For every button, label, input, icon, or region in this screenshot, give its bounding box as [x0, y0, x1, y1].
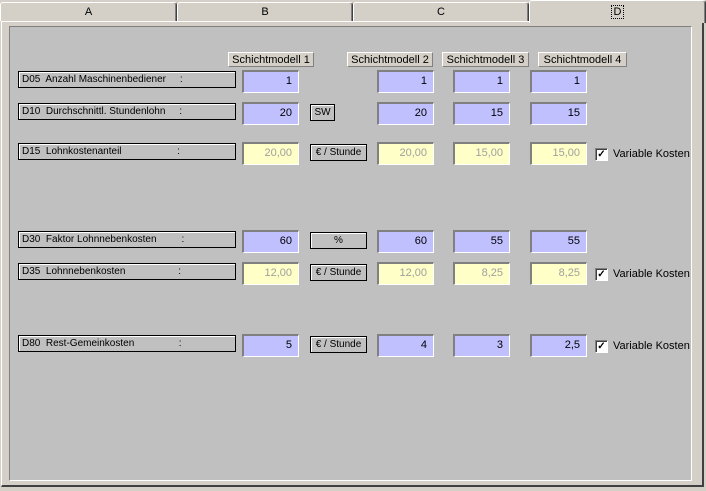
- value-input[interactable]: 1: [377, 70, 434, 93]
- tab-c[interactable]: C: [353, 2, 529, 21]
- unit-label: € / Stunde: [310, 144, 367, 161]
- computed-value: 15,00: [530, 142, 587, 165]
- column-header-3: Schichtmodell 3: [442, 52, 529, 67]
- variable-costs-checkbox[interactable]: ✓ Variable Kosten: [595, 268, 690, 282]
- checkmark-icon[interactable]: ✓: [595, 268, 608, 281]
- row-label: D15 Lohnkostenanteil :: [18, 143, 236, 160]
- value-input[interactable]: 4: [377, 334, 434, 357]
- tab-strip: A B C D: [0, 0, 706, 23]
- column-header-2: Schichtmodell 2: [347, 52, 433, 67]
- value-input[interactable]: 15: [453, 102, 510, 125]
- value-input[interactable]: 20: [377, 102, 434, 125]
- unit-label: € / Stunde: [310, 336, 367, 353]
- checkbox-label: Variable Kosten: [613, 268, 690, 280]
- computed-value: 15,00: [453, 142, 510, 165]
- column-header-4: Schichtmodell 4: [538, 52, 627, 67]
- value-input[interactable]: 3: [453, 334, 510, 357]
- content-area: [9, 26, 692, 481]
- computed-value: 12,00: [377, 262, 434, 285]
- computed-value: 20,00: [377, 142, 434, 165]
- value-input[interactable]: 15: [530, 102, 587, 125]
- row-label: D35 Lohnnebenkosten :: [18, 263, 236, 280]
- computed-value: 12,00: [242, 262, 299, 285]
- value-input[interactable]: 60: [377, 230, 434, 253]
- checkmark-icon[interactable]: ✓: [595, 148, 608, 161]
- column-header-1: Schichtmodell 1: [228, 52, 314, 67]
- value-input[interactable]: 1: [530, 70, 587, 93]
- computed-value: 8,25: [530, 262, 587, 285]
- unit-label: SW: [310, 104, 335, 121]
- row-label: D05 Anzahl Maschinenbediener :: [18, 71, 236, 88]
- value-input[interactable]: 55: [453, 230, 510, 253]
- checkbox-label: Variable Kosten: [613, 148, 690, 160]
- computed-value: 8,25: [453, 262, 510, 285]
- value-input[interactable]: 20: [242, 102, 299, 125]
- unit-label: € / Stunde: [310, 264, 367, 281]
- value-input[interactable]: 1: [242, 70, 299, 93]
- value-input[interactable]: 5: [242, 334, 299, 357]
- checkmark-icon[interactable]: ✓: [595, 340, 608, 353]
- value-input[interactable]: 55: [530, 230, 587, 253]
- value-input[interactable]: 1: [453, 70, 510, 93]
- value-input[interactable]: 2,5: [530, 334, 587, 357]
- tab-d[interactable]: D: [529, 0, 706, 23]
- row-label: D30 Faktor Lohnnebenkosten :: [18, 231, 236, 248]
- variable-costs-checkbox[interactable]: ✓ Variable Kosten: [595, 148, 690, 162]
- tab-b[interactable]: B: [177, 2, 353, 21]
- row-label: D80 Rest-Gemeinkosten :: [18, 335, 236, 352]
- tab-d-label: D: [610, 5, 625, 19]
- computed-value: 20,00: [242, 142, 299, 165]
- value-input[interactable]: 60: [242, 230, 299, 253]
- checkbox-label: Variable Kosten: [613, 340, 690, 352]
- tab-a[interactable]: A: [0, 2, 177, 21]
- row-label: D10 Durchschnittl. Stundenlohn :: [18, 103, 236, 120]
- variable-costs-checkbox[interactable]: ✓ Variable Kosten: [595, 340, 690, 354]
- unit-label: %: [310, 232, 367, 249]
